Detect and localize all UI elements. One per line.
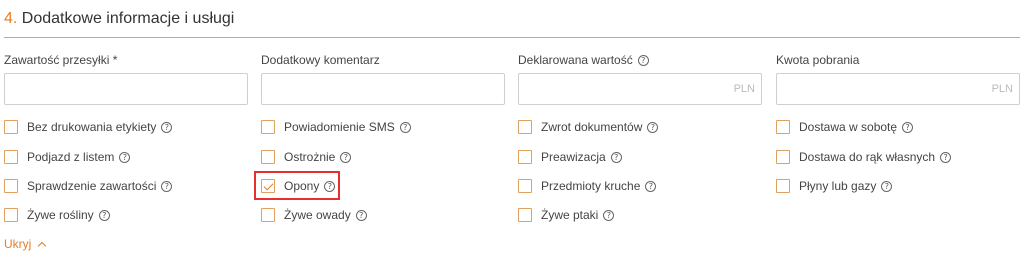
help-icon[interactable]: ?	[355, 209, 367, 221]
currency-suffix: PLN	[733, 83, 755, 95]
checkbox[interactable]	[776, 179, 790, 193]
checkbox[interactable]	[261, 120, 275, 134]
section-number: 4.	[4, 10, 18, 27]
checkbox[interactable]	[4, 208, 18, 222]
help-icon[interactable]: ?	[645, 180, 657, 192]
declared-value-input-box: PLN	[518, 73, 762, 105]
option-live-plants[interactable]: Żywe rośliny ?	[4, 206, 110, 224]
section-title-text: Dodatkowe informacje i usługi	[21, 10, 235, 27]
section-title: 4. Dodatkowe informacje i usługi	[4, 8, 1020, 30]
help-icon[interactable]: ?	[881, 180, 893, 192]
checkbox[interactable]	[776, 120, 790, 134]
content-label: Zawartość przesyłki *	[4, 53, 118, 67]
content-input-box	[4, 73, 248, 105]
checkbox[interactable]	[261, 208, 275, 222]
declared-value-input[interactable]	[519, 74, 761, 104]
option-sms-notification[interactable]: Powiadomienie SMS ?	[261, 118, 411, 136]
option-liquids-gases[interactable]: Płyny lub gazy ?	[776, 177, 893, 195]
cod-amount-input[interactable]	[777, 74, 1019, 104]
content-input[interactable]	[5, 74, 247, 104]
help-icon[interactable]: ?	[637, 54, 649, 66]
option-live-insects[interactable]: Żywe owady ?	[261, 206, 367, 224]
option-pre-advice[interactable]: Preawizacja ?	[518, 148, 622, 166]
option-no-label-print[interactable]: Bez drukowania etykiety ?	[4, 118, 173, 136]
help-icon[interactable]: ?	[902, 121, 914, 133]
checkbox[interactable]	[518, 120, 532, 134]
checkbox[interactable]	[518, 150, 532, 164]
option-fragile-items[interactable]: Przedmioty kruche ?	[518, 177, 657, 195]
declared-value-label: Deklarowana wartość ?	[518, 53, 649, 67]
help-icon[interactable]: ?	[98, 209, 110, 221]
help-icon[interactable]: ?	[940, 151, 952, 163]
help-icon[interactable]: ?	[161, 121, 173, 133]
checkbox[interactable]	[4, 179, 18, 193]
comment-input[interactable]	[262, 74, 504, 104]
checkbox[interactable]	[518, 179, 532, 193]
checkbox[interactable]	[4, 120, 18, 134]
checkbox[interactable]	[4, 150, 18, 164]
option-live-birds[interactable]: Żywe ptaki ?	[518, 206, 615, 224]
comment-label: Dodatkowy komentarz	[261, 53, 380, 67]
help-icon[interactable]: ?	[647, 121, 659, 133]
hide-toggle[interactable]: Ukryj	[4, 237, 47, 251]
comment-input-box	[261, 73, 505, 105]
option-fragile-care[interactable]: Ostrożnie ?	[261, 148, 352, 166]
option-return-documents[interactable]: Zwrot dokumentów ?	[518, 118, 659, 136]
checkbox[interactable]	[518, 208, 532, 222]
hide-label: Ukryj	[4, 237, 32, 251]
checkbox[interactable]	[776, 150, 790, 164]
cod-amount-label: Kwota pobrania	[776, 53, 860, 67]
option-content-check[interactable]: Sprawdzenie zawartości ?	[4, 177, 173, 195]
help-icon[interactable]: ?	[161, 180, 173, 192]
option-own-hands-delivery[interactable]: Dostawa do rąk własnych ?	[776, 148, 952, 166]
currency-suffix: PLN	[991, 83, 1013, 95]
checkbox[interactable]	[261, 150, 275, 164]
help-icon[interactable]: ?	[603, 209, 615, 221]
option-pickup-with-letter[interactable]: Podjazd z listem ?	[4, 148, 131, 166]
chevron-up-icon	[38, 241, 47, 251]
help-icon[interactable]: ?	[399, 121, 411, 133]
help-icon[interactable]: ?	[119, 151, 131, 163]
help-icon[interactable]: ?	[340, 151, 352, 163]
cod-amount-input-box: PLN	[776, 73, 1020, 105]
highlight-box	[254, 171, 340, 200]
section-header: 4. Dodatkowe informacje i usługi	[4, 8, 1020, 38]
help-icon[interactable]: ?	[610, 151, 622, 163]
option-saturday-delivery[interactable]: Dostawa w sobotę ?	[776, 118, 914, 136]
